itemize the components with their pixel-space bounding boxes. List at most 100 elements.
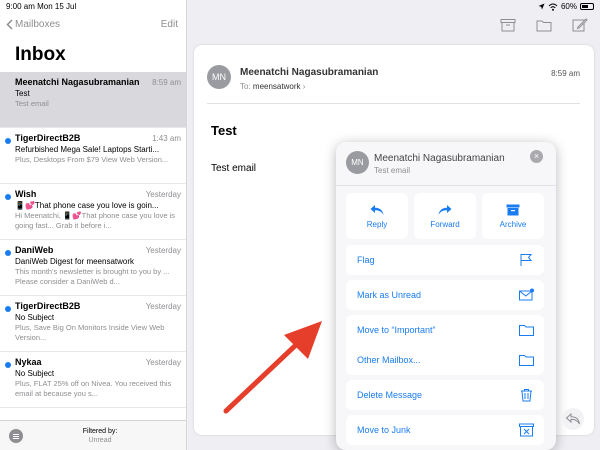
forward-button[interactable]: Forward (414, 193, 476, 239)
message-toolbar (500, 18, 588, 32)
reply-arrow-icon (566, 413, 580, 425)
popover-subject: Test email (374, 166, 411, 175)
edit-button[interactable]: Edit (161, 19, 178, 30)
delete-label: Delete Message (357, 390, 423, 400)
other-mailbox-button[interactable]: Other Mailbox... (346, 345, 544, 375)
move-group: Move to “Important” Other Mailbox... (346, 315, 544, 375)
mail-sender: TigerDirectB2B (15, 301, 81, 311)
mail-preview: Hi Meenatchi, 📱💕That phone case you love… (15, 211, 176, 230)
junk-icon (519, 423, 534, 437)
mail-sender: TigerDirectB2B (15, 133, 81, 143)
avatar: MN (207, 65, 231, 89)
status-time-date: 9:00 am Mon 15 Jul (6, 2, 77, 11)
flag-icon (520, 254, 533, 266)
archive-icon (506, 204, 520, 215)
popover-sender: Meenatchi Nagasubramanian (374, 153, 505, 164)
close-icon[interactable]: × (530, 150, 543, 163)
archive-icon[interactable] (500, 18, 516, 32)
reply-button[interactable]: Reply (346, 193, 408, 239)
mail-time: 8:59 am (152, 78, 181, 87)
message-subject: Test (211, 123, 237, 138)
mail-time: 1:43 am (152, 134, 181, 143)
unread-dot-icon (5, 250, 11, 256)
move-important-label: Move to “Important” (357, 325, 436, 335)
filter-value[interactable]: Unread (60, 436, 140, 445)
flag-button[interactable]: Flag (346, 245, 544, 275)
filter-icon[interactable] (9, 429, 23, 443)
move-to-important-button[interactable]: Move to “Important” (346, 315, 544, 345)
mail-sender: Meenatchi Nagasubramanian (15, 77, 140, 87)
mail-subject: Refurbished Mega Sale! Laptops Starti... (15, 145, 160, 154)
mail-preview: This month's newsletter is brought to yo… (15, 267, 170, 286)
mail-sender: DaniWeb (15, 245, 54, 255)
list-item[interactable]: DaniWeb Yesterday DaniWeb Digest for mee… (0, 240, 186, 296)
page-title: Inbox (15, 44, 66, 65)
popover-header: MN Meenatchi Nagasubramanian Test email … (336, 142, 556, 186)
divider (207, 103, 580, 104)
mark-unread-button[interactable]: Mark as Unread (346, 280, 544, 310)
delete-message-button[interactable]: Delete Message (346, 380, 544, 410)
mail-preview: Plus, FLAT 25% off on Nivea. You receive… (15, 379, 172, 398)
mark-unread-label: Mark as Unread (357, 290, 422, 300)
chevron-left-icon (6, 19, 13, 30)
list-item[interactable]: TigerDirectB2B 1:43 am Refurbished Mega … (0, 128, 186, 184)
list-item[interactable]: Wish Yesterday 📱💕That phone case you lov… (0, 184, 186, 240)
message-recipient[interactable]: To: meensatwork › (240, 82, 305, 91)
unread-dot-icon (5, 138, 11, 144)
message-time: 8:59 am (551, 69, 580, 78)
mail-subject: Test (15, 89, 30, 98)
list-item[interactable]: Meenatchi Nagasubramanian 8:59 am Test T… (0, 72, 186, 128)
filter-status: Filtered by: Unread (60, 427, 140, 445)
reply-icon (370, 204, 384, 215)
to-address: meensatwork (252, 82, 301, 91)
filter-label: Filtered by: (82, 428, 118, 435)
mail-sender: Nykaa (15, 357, 42, 367)
other-mailbox-label: Other Mailbox... (357, 355, 421, 365)
forward-label: Forward (430, 219, 460, 229)
reply-icon[interactable] (562, 408, 584, 430)
message-sender[interactable]: Meenatchi Nagasubramanian (240, 67, 378, 78)
mail-time: Yesterday (145, 358, 181, 367)
flag-label: Flag (357, 255, 375, 265)
mail-subject: No Subject (15, 369, 55, 378)
compose-icon[interactable] (572, 18, 588, 32)
mail-list: Meenatchi Nagasubramanian 8:59 am Test T… (0, 72, 186, 408)
reply-label: Reply (366, 219, 388, 229)
message-body: Test email (211, 163, 257, 174)
archive-button[interactable]: Archive (482, 193, 544, 239)
list-item[interactable]: Nykaa Yesterday No Subject Plus, FLAT 25… (0, 352, 186, 408)
battery-percent: 60% (560, 2, 577, 11)
list-item[interactable]: TigerDirectB2B Yesterday No Subject Plus… (0, 296, 186, 352)
mail-time: Yesterday (145, 246, 181, 255)
move-to-junk-button[interactable]: Move to Junk (346, 415, 544, 445)
nav-bar: Mailboxes Edit (0, 18, 186, 36)
unread-dot-icon (5, 194, 11, 200)
mail-preview: Plus, Desktops From $79 View Web Version… (15, 155, 169, 164)
folder-icon[interactable] (536, 18, 552, 32)
archive-label: Archive (499, 219, 527, 229)
mail-time: Yesterday (145, 302, 181, 311)
mail-subject: 📱💕That phone case you love is goin... (15, 201, 159, 210)
junk-label: Move to Junk (357, 425, 411, 435)
battery-icon (580, 3, 594, 10)
bottom-toolbar: Filtered by: Unread (0, 420, 186, 450)
mailboxes-back-button[interactable]: Mailboxes (6, 19, 60, 30)
mail-preview: Plus, Save Big On Monitors Inside View W… (15, 323, 165, 342)
folder-icon (519, 355, 534, 366)
envelope-unread-icon (519, 288, 534, 301)
location-icon (538, 3, 545, 10)
to-label: To: (240, 82, 251, 91)
unread-dot-icon (5, 362, 11, 368)
unread-dot-icon (5, 306, 11, 312)
forward-icon (438, 204, 452, 215)
folder-icon (519, 325, 534, 336)
trash-icon (521, 389, 532, 402)
mailbox-pane: 9:00 am Mon 15 Jul Mailboxes Edit Inbox … (0, 0, 187, 450)
reply-action-popover: MN Meenatchi Nagasubramanian Test email … (336, 142, 556, 450)
status-indicators: 60% (538, 2, 594, 11)
primary-actions: Reply Forward Archive (346, 193, 544, 239)
chevron-right-icon: › (302, 82, 306, 91)
mail-preview: Test email (15, 99, 49, 108)
mail-sender: Wish (15, 189, 37, 199)
back-label: Mailboxes (15, 19, 61, 30)
